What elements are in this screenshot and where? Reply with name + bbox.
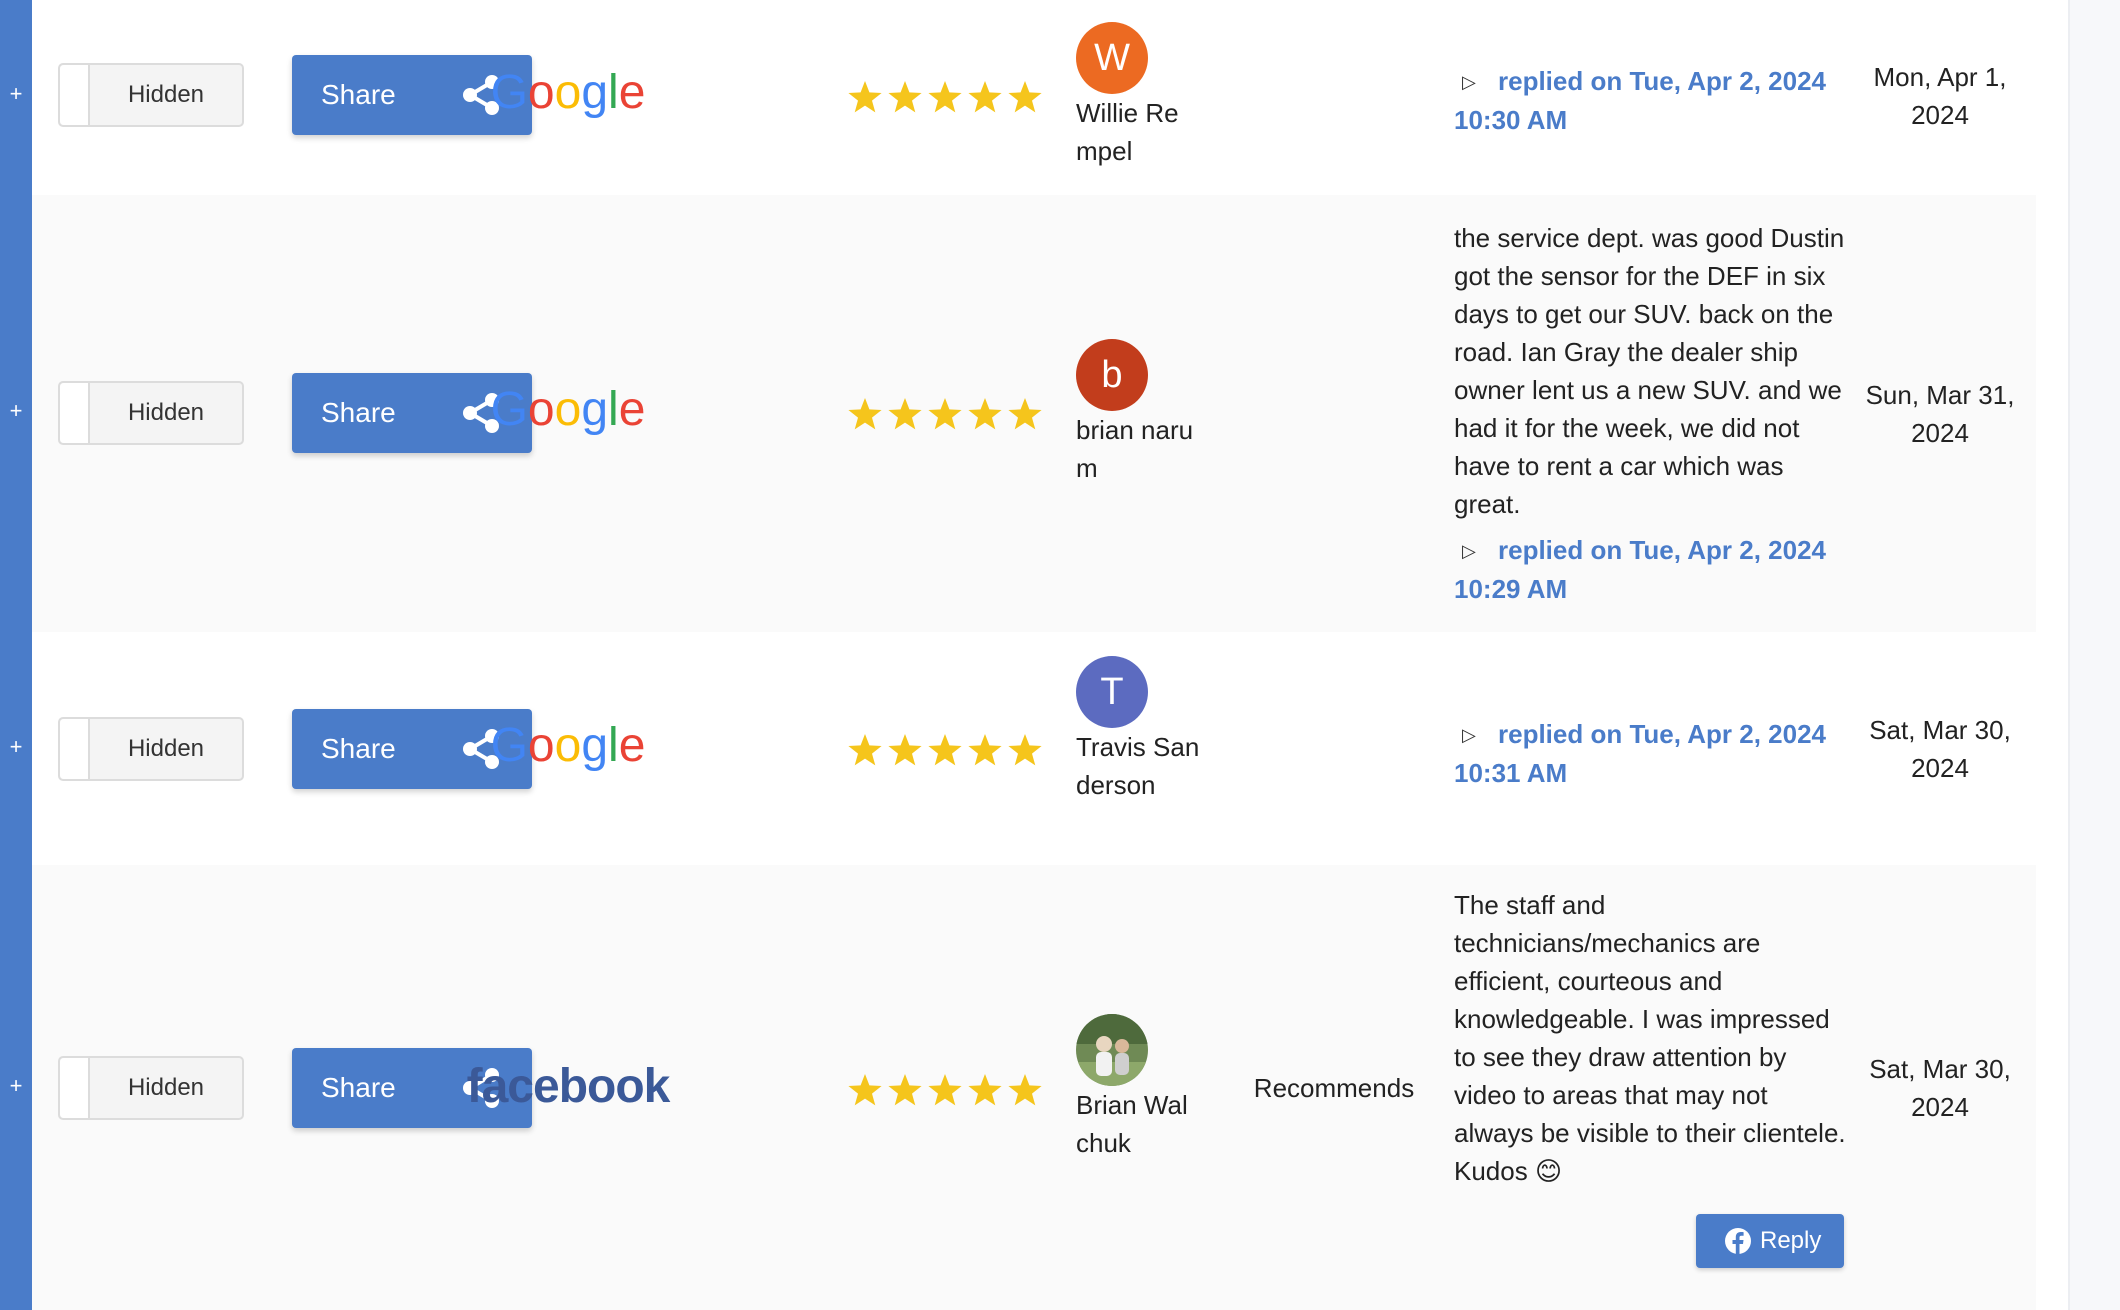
avatar: T xyxy=(1076,656,1148,728)
reply-button[interactable]: Reply xyxy=(1696,1214,1844,1268)
star-icon xyxy=(968,398,1002,430)
visibility-toggle[interactable]: Hidden xyxy=(58,1056,244,1120)
star-icon xyxy=(1008,734,1042,766)
visibility-toggle[interactable]: Hidden xyxy=(58,381,244,445)
reply-status[interactable]: ▷ replied on Tue, Apr 2, 2024 10:30 AM xyxy=(1454,62,1874,139)
toggle-knob xyxy=(60,719,90,779)
toggle-knob xyxy=(60,65,90,125)
reply-status-text: replied on Tue, Apr 2, 2024 10:30 AM xyxy=(1454,66,1826,135)
star-icon xyxy=(888,81,922,113)
reviewer-name: Brian Walchuk xyxy=(1076,1090,1188,1158)
star-icon xyxy=(968,1074,1002,1106)
profile-photo xyxy=(1076,1014,1148,1086)
row-expander-bar: + + + + xyxy=(0,0,32,1310)
scroll-gutter xyxy=(2068,0,2120,1310)
toggle-label: Hidden xyxy=(127,1074,205,1101)
star-icon xyxy=(848,398,882,430)
review-date: Mon, Apr 1, 2024 xyxy=(1873,62,2007,130)
star-icon xyxy=(1008,81,1042,113)
review-date: Sat, Mar 30, 2024 xyxy=(1869,1054,2011,1122)
reply-status[interactable]: ▷ replied on Tue, Apr 2, 2024 10:29 AM xyxy=(1454,531,1874,608)
share-label: Share xyxy=(321,397,396,428)
svg-text:Google: Google xyxy=(491,719,646,772)
avatar: W xyxy=(1076,22,1148,94)
star-icon xyxy=(848,81,882,113)
expand-row-button[interactable]: + xyxy=(0,83,32,105)
review-date: Sun, Mar 31, 2024 xyxy=(1865,380,2015,448)
star-icon xyxy=(888,398,922,430)
reviews-table: Hidden Share Google W Willie Rempel ▷ re… xyxy=(32,0,2036,1310)
reply-status-text: replied on Tue, Apr 2, 2024 10:29 AM xyxy=(1454,535,1826,604)
share-label: Share xyxy=(321,733,396,764)
star-icon xyxy=(928,398,962,430)
star-icon xyxy=(928,1074,962,1106)
toggle-label: Hidden xyxy=(127,735,205,762)
visibility-toggle[interactable]: Hidden xyxy=(58,63,244,127)
visibility-toggle[interactable]: Hidden xyxy=(58,717,244,781)
table-row: Hidden Share Google xyxy=(32,195,2036,632)
reviewer-name: brian narum xyxy=(1076,415,1194,483)
star-icon xyxy=(888,734,922,766)
triangle-right-icon: ▷ xyxy=(1462,725,1476,745)
table-row: Hidden Share facebook Brian Walchuk Reco… xyxy=(32,865,2036,1310)
google-logo: Google xyxy=(440,717,696,777)
google-logo: Google xyxy=(440,64,696,124)
table-row: Hidden Share Google xyxy=(32,632,2036,865)
star-rating xyxy=(832,730,1052,770)
review-date: Sat, Mar 30, 2024 xyxy=(1869,715,2011,783)
star-icon xyxy=(1008,1074,1042,1106)
share-label: Share xyxy=(321,79,396,110)
star-icon xyxy=(1008,398,1042,430)
reviewer-name: Travis Sanderson xyxy=(1076,732,1200,800)
reply-status-text: replied on Tue, Apr 2, 2024 10:31 AM xyxy=(1454,719,1826,788)
star-icon xyxy=(928,81,962,113)
avatar xyxy=(1076,1014,1148,1086)
facebook-logo: facebook xyxy=(440,1057,696,1117)
review-text: The staff and technicians/mechanics are … xyxy=(1454,890,1846,1186)
star-icon xyxy=(888,1074,922,1106)
star-icon xyxy=(848,1074,882,1106)
expand-row-button[interactable]: + xyxy=(0,736,32,758)
share-label: Share xyxy=(321,1072,396,1103)
star-icon xyxy=(848,734,882,766)
toggle-knob xyxy=(60,1058,90,1118)
star-icon xyxy=(968,81,1002,113)
expand-row-button[interactable]: + xyxy=(0,1075,32,1097)
reply-button-label: Reply xyxy=(1760,1227,1822,1254)
triangle-right-icon: ▷ xyxy=(1462,541,1476,561)
toggle-knob xyxy=(60,383,90,443)
recommendation-status: Recommends xyxy=(1253,1073,1415,1103)
review-text: the service dept. was good Dustin got th… xyxy=(1454,223,1845,519)
avatar: b xyxy=(1076,339,1148,411)
reply-status[interactable]: ▷ replied on Tue, Apr 2, 2024 10:31 AM xyxy=(1454,715,1874,792)
star-rating xyxy=(832,394,1052,434)
table-row: Hidden Share Google xyxy=(32,0,2036,195)
svg-text:facebook: facebook xyxy=(467,1060,671,1113)
star-icon xyxy=(928,734,962,766)
expand-row-button[interactable]: + xyxy=(0,400,32,422)
toggle-label: Hidden xyxy=(127,81,205,108)
star-rating xyxy=(832,77,1052,117)
toggle-label: Hidden xyxy=(127,399,205,426)
triangle-right-icon: ▷ xyxy=(1462,72,1476,92)
star-icon xyxy=(968,734,1002,766)
svg-text:Google: Google xyxy=(491,383,646,436)
facebook-icon xyxy=(1725,1228,1751,1254)
svg-text:Google: Google xyxy=(491,66,646,119)
google-logo: Google xyxy=(440,381,696,441)
star-rating xyxy=(832,1070,1052,1110)
reviewer-name: Willie Rempel xyxy=(1076,98,1179,166)
